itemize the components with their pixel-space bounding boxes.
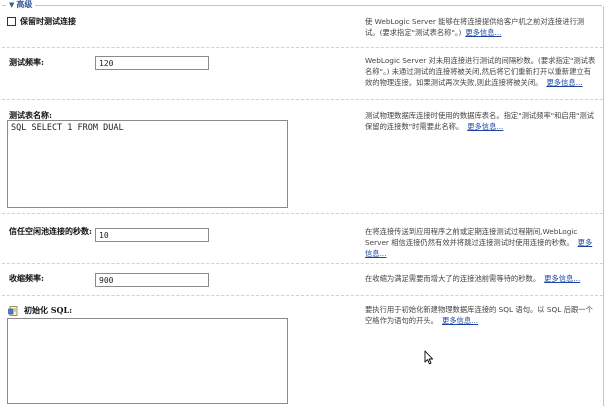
test-reserved-label: 保留时测试连接 xyxy=(20,16,76,26)
idle-trust-help-text: 在将连接传送到应用程序之前或定期连接测试过程期间,WebLogic Server… xyxy=(365,227,578,247)
test-table-more-link[interactable]: 更多信息... xyxy=(467,122,503,131)
row-shrink-frequency: 收缩频率: 在收缩为满足需要而增大了的连接池前需等待的秒数。更多信息... xyxy=(2,264,603,296)
test-reserved-checkbox[interactable] xyxy=(7,17,16,26)
section-toggle[interactable]: ▼ 高级 xyxy=(6,0,36,10)
test-reserved-help: 使 WebLogic Server 能够在将连接提供给客户机之前对连接进行测试。… xyxy=(365,16,597,38)
mouse-pointer-icon xyxy=(424,350,434,365)
row-test-table: 测试表名称: SQL SELECT 1 FROM DUAL 测试物理数据库连接时… xyxy=(2,100,603,214)
row-idle-trust: 信任空闲池连接的秒数: 在将连接传送到应用程序之前或定期连接测试过程期间,Web… xyxy=(2,214,603,264)
section-title: 高级 xyxy=(16,0,33,9)
row-init-sql: 初始化 SQL: 要执行用于初始化新建物理数据库连接的 SQL 语句。以 SQL… xyxy=(2,296,603,406)
init-sql-label: 初始化 SQL: xyxy=(24,305,73,315)
test-frequency-more-link[interactable]: 更多信息... xyxy=(546,78,582,87)
chevron-down-icon[interactable]: ▼ xyxy=(9,0,14,10)
test-frequency-input[interactable] xyxy=(95,56,209,70)
test-table-help: 测试物理数据库连接时使用的数据库表名。指定"测试频率"和启用"测试保留的连接数"… xyxy=(365,110,597,132)
sql-document-icon xyxy=(8,306,18,316)
init-sql-more-link[interactable]: 更多信息... xyxy=(442,316,478,325)
idle-trust-input[interactable] xyxy=(95,228,209,242)
init-sql-textarea[interactable] xyxy=(7,318,288,404)
section-right-border xyxy=(603,6,604,406)
row-test-reserved: 保留时测试连接 使 WebLogic Server 能够在将连接提供给客户机之前… xyxy=(2,10,603,48)
idle-trust-label: 信任空闲池连接的秒数: xyxy=(9,226,92,236)
shrink-frequency-more-link[interactable]: 更多信息... xyxy=(544,274,580,283)
test-table-textarea[interactable]: SQL SELECT 1 FROM DUAL xyxy=(7,120,288,208)
init-sql-help: 要执行用于初始化新建物理数据库连接的 SQL 语句。以 SQL 后跟一个空格作为… xyxy=(365,304,597,326)
init-sql-help-text: 要执行用于初始化新建物理数据库连接的 SQL 语句。以 SQL 后跟一个空格作为… xyxy=(365,305,593,325)
shrink-frequency-help: 在收缩为满足需要而增大了的连接池前需等待的秒数。 更多信息... xyxy=(365,273,597,284)
shrink-frequency-input[interactable] xyxy=(95,273,209,287)
test-frequency-help: WebLogic Server 对未用连接进行测试的间隔秒数。(要求指定"测试表… xyxy=(365,55,597,88)
shrink-frequency-label: 收缩频率: xyxy=(9,273,44,283)
row-test-frequency: 测试频率: WebLogic Server 对未用连接进行测试的间隔秒数。(要求… xyxy=(2,48,603,100)
section-legend: ▼ 高级 xyxy=(0,0,607,10)
shrink-frequency-help-text: 在收缩为满足需要而增大了的连接池前需等待的秒数。 xyxy=(365,274,541,283)
test-frequency-label: 测试频率: xyxy=(9,57,44,67)
idle-trust-help: 在将连接传送到应用程序之前或定期连接测试过程期间,WebLogic Server… xyxy=(365,226,597,259)
legend-line xyxy=(2,5,602,6)
test-reserved-more-link[interactable]: 更多信息... xyxy=(465,28,501,37)
